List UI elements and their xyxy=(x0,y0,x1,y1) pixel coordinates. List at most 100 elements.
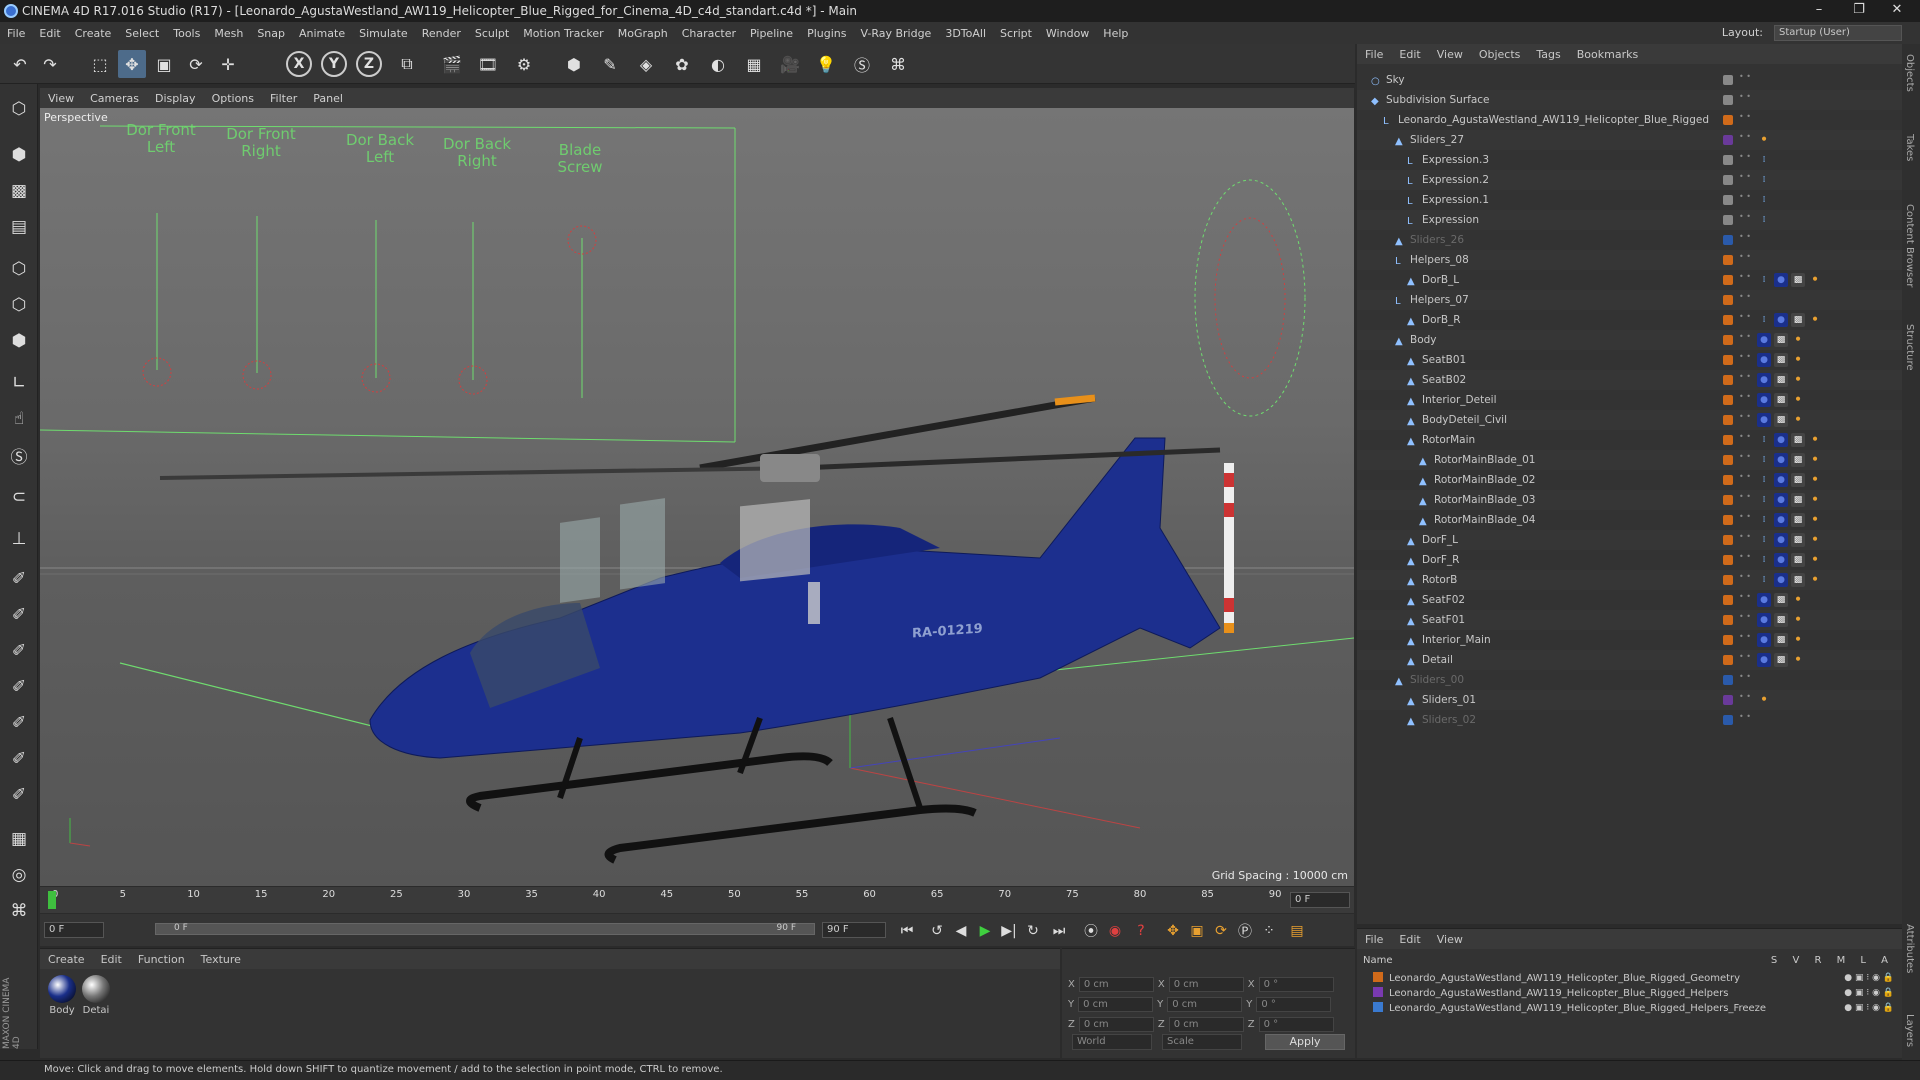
layer-row[interactable]: Leonardo_AgustaWestland_AW119_Helicopter… xyxy=(1357,1001,1902,1016)
visibility-dots-icon[interactable]: • • xyxy=(1739,513,1751,526)
texture-tag-icon[interactable]: ▩ xyxy=(1791,313,1805,327)
expression-tag-icon[interactable]: ⁞ xyxy=(1757,533,1771,547)
menu-help[interactable]: Help xyxy=(1096,27,1135,40)
timeline-ruler[interactable]: 051015202530354045505560657075808590 0 F xyxy=(40,887,1354,913)
x-axis-icon[interactable]: X xyxy=(286,51,312,77)
visibility-dots-icon[interactable]: • • xyxy=(1739,273,1751,286)
coordinate-field[interactable]: 0 ° xyxy=(1258,977,1334,992)
texture-tag-icon[interactable]: ▩ xyxy=(1791,573,1805,587)
live-selection-icon[interactable]: ⬚ xyxy=(86,50,114,78)
viewport-menu-view[interactable]: View xyxy=(40,92,82,105)
coordinate-field[interactable]: 0 cm xyxy=(1078,977,1154,992)
coordinate-field[interactable]: 0 cm xyxy=(1078,997,1154,1012)
object-row[interactable]: ▲ SeatB01 • • ● ▩ ⚫ xyxy=(1357,350,1902,370)
ik-tag-icon[interactable]: ⚫ xyxy=(1808,493,1822,507)
visibility-dots-icon[interactable]: • • xyxy=(1739,133,1751,146)
object-row[interactable]: ▲ BodyDeteil_Civil • • ● ▩ ⚫ xyxy=(1357,410,1902,430)
menu-snap[interactable]: Snap xyxy=(250,27,292,40)
cube-primitive-icon[interactable]: ⬢ xyxy=(560,50,588,78)
material-tag-icon[interactable]: ● xyxy=(1774,313,1788,327)
previous-key-icon[interactable]: ↺ xyxy=(926,920,948,942)
point-level-animation-icon[interactable]: ⁘ xyxy=(1258,920,1280,942)
material-menu-create[interactable]: Create xyxy=(40,953,93,966)
scale-key-icon[interactable]: ▣ xyxy=(1186,920,1208,942)
texture-tag-icon[interactable]: ▩ xyxy=(1774,653,1788,667)
object-row[interactable]: L Helpers_07 • • xyxy=(1357,290,1902,310)
menu-tools[interactable]: Tools xyxy=(166,27,207,40)
material-tag-icon[interactable]: ● xyxy=(1774,513,1788,527)
axis-mode-icon[interactable]: ∟ xyxy=(4,368,34,398)
side-tab-takes[interactable]: Takes xyxy=(1904,134,1915,161)
texture-tag-icon[interactable]: ▩ xyxy=(1791,473,1805,487)
object-row[interactable]: ◆ Subdivision Surface • • xyxy=(1357,90,1902,110)
side-tab-layers[interactable]: Layers xyxy=(1904,1014,1915,1047)
menu-create[interactable]: Create xyxy=(68,27,119,40)
object-row[interactable]: ▲ DorB_L • • ⁞ ● ▩ ⚫ xyxy=(1357,270,1902,290)
object-layer-color[interactable] xyxy=(1723,555,1733,565)
menu-mograph[interactable]: MoGraph xyxy=(611,27,675,40)
layer-row[interactable]: Leonardo_AgustaWestland_AW119_Helicopter… xyxy=(1357,971,1902,986)
subdivision-icon[interactable]: ◈ xyxy=(632,50,660,78)
material-tag-icon[interactable]: ● xyxy=(1774,273,1788,287)
viewport[interactable]: Perspective Dor Front Left Dor Front Rig… xyxy=(40,108,1354,886)
object-menu-file[interactable]: File xyxy=(1357,48,1391,61)
object-row[interactable]: ▲ RotorMainBlade_04 • • ⁞ ● ▩ ⚫ xyxy=(1357,510,1902,530)
menu-motion-tracker[interactable]: Motion Tracker xyxy=(516,27,610,40)
texture-tag-icon[interactable]: ▩ xyxy=(1791,453,1805,467)
next-key-icon[interactable]: ↻ xyxy=(1022,920,1044,942)
move-tool-icon[interactable]: ✥ xyxy=(118,50,146,78)
visibility-dots-icon[interactable]: • • xyxy=(1739,153,1751,166)
sculpt-brush-5-icon[interactable]: ✐ xyxy=(4,708,34,738)
model-mode-icon[interactable]: ⬢ xyxy=(4,140,34,170)
workplane-axis-icon[interactable]: ⊥ xyxy=(4,524,34,554)
material-tag-icon[interactable]: ● xyxy=(1774,493,1788,507)
visibility-dots-icon[interactable]: • • xyxy=(1739,313,1751,326)
vray-icon[interactable]: Ⓢ xyxy=(848,50,876,78)
object-layer-color[interactable] xyxy=(1723,375,1733,385)
visibility-dots-icon[interactable]: • • xyxy=(1739,93,1751,106)
texture-tag-icon[interactable]: ▩ xyxy=(1774,633,1788,647)
object-row[interactable]: ▲ DorF_R • • ⁞ ● ▩ ⚫ xyxy=(1357,550,1902,570)
soft-selection-icon[interactable]: ◎ xyxy=(4,860,34,890)
visibility-dots-icon[interactable]: • • xyxy=(1739,553,1751,566)
expression-tag-icon[interactable]: ⁞ xyxy=(1757,473,1771,487)
object-row[interactable]: ▲ Sliders_00 • • xyxy=(1357,670,1902,690)
object-row[interactable]: ▲ Sliders_02 • • xyxy=(1357,710,1902,730)
material-swatch[interactable]: Detai xyxy=(80,975,112,1016)
object-layer-color[interactable] xyxy=(1723,695,1733,705)
expression-tag-icon[interactable]: ⁞ xyxy=(1757,433,1771,447)
object-row[interactable]: L Leonardo_AgustaWestland_AW119_Helicopte… xyxy=(1357,110,1902,130)
object-layer-color[interactable] xyxy=(1723,355,1733,365)
visibility-dots-icon[interactable]: • • xyxy=(1739,73,1751,86)
ik-tag-icon[interactable]: ⚫ xyxy=(1791,613,1805,627)
playhead[interactable] xyxy=(48,891,56,909)
material-menu-texture[interactable]: Texture xyxy=(193,953,249,966)
object-layer-color[interactable] xyxy=(1723,495,1733,505)
ik-tag-icon[interactable]: ⚫ xyxy=(1808,453,1822,467)
material-tag-icon[interactable]: ● xyxy=(1757,633,1771,647)
object-layer-color[interactable] xyxy=(1723,95,1733,105)
coordinate-mode-select[interactable]: Scale xyxy=(1162,1034,1242,1050)
object-row[interactable]: ▲ SeatB02 • • ● ▩ ⚫ xyxy=(1357,370,1902,390)
layer-switches-icon[interactable]: ● ▣ ⁝ ◉ 🔒 xyxy=(1844,986,1894,1001)
menu-select[interactable]: Select xyxy=(118,27,166,40)
object-row[interactable]: ▲ Detail • • ● ▩ ⚫ xyxy=(1357,650,1902,670)
menu-animate[interactable]: Animate xyxy=(292,27,352,40)
magnet-icon[interactable]: ⊂ xyxy=(4,482,34,512)
layer-menu-edit[interactable]: Edit xyxy=(1391,933,1428,946)
side-tab-attributes[interactable]: Attributes xyxy=(1904,924,1915,973)
expression-tag-icon[interactable]: ⁞ xyxy=(1757,493,1771,507)
go-to-end-icon[interactable]: ⏭ xyxy=(1048,920,1070,942)
restore-button[interactable]: ❐ xyxy=(1840,0,1878,22)
material-tag-icon[interactable]: ● xyxy=(1757,613,1771,627)
texture-tag-icon[interactable]: ▩ xyxy=(1791,273,1805,287)
object-row[interactable]: ▲ RotorB • • ⁞ ● ▩ ⚫ xyxy=(1357,570,1902,590)
object-row[interactable]: ▲ RotorMain • • ⁞ ● ▩ ⚫ xyxy=(1357,430,1902,450)
coordinate-system-icon[interactable]: ⧉ xyxy=(393,50,421,78)
ik-tag-icon[interactable]: ⚫ xyxy=(1757,693,1771,707)
timeline-window-icon[interactable]: ▤ xyxy=(1286,920,1308,942)
object-layer-color[interactable] xyxy=(1723,615,1733,625)
object-row[interactable]: ▲ RotorMainBlade_03 • • ⁞ ● ▩ ⚫ xyxy=(1357,490,1902,510)
viewport-menu-display[interactable]: Display xyxy=(147,92,204,105)
expression-tag-icon[interactable]: ⁞ xyxy=(1757,573,1771,587)
